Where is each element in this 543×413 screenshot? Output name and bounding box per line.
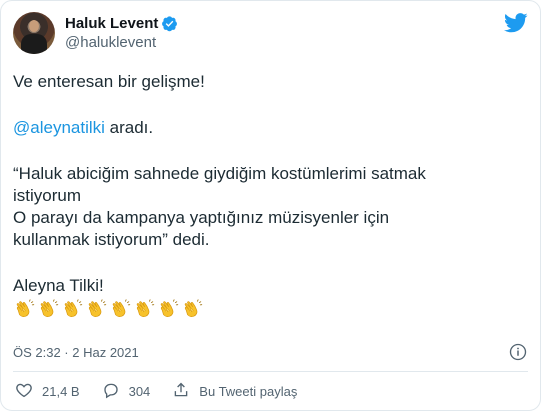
reply-count: 304 xyxy=(128,384,151,399)
clapping-hands-icon xyxy=(157,298,180,320)
tweet-card: Haluk Levent @haluklevent Ve enteresan b… xyxy=(0,0,541,411)
clapping-hands-icon xyxy=(13,298,36,320)
tweet-header: Haluk Levent @haluklevent xyxy=(13,12,178,54)
avatar[interactable] xyxy=(13,12,55,54)
like-button[interactable]: 21,4 B xyxy=(15,381,80,402)
clapping-hands-icon xyxy=(85,298,108,320)
share-button[interactable]: Bu Tweeti paylaş xyxy=(172,381,297,402)
tweet-line-quote-4: kullanmak istiyorum” dedi. xyxy=(13,230,210,249)
tweet-line-mention: @aleynatilki aradı. xyxy=(13,117,518,139)
clapping-hands-icon xyxy=(109,298,132,320)
display-name[interactable]: Haluk Levent xyxy=(65,14,158,33)
clapping-hands-icon xyxy=(181,298,204,320)
tweet-line-closing: Aleyna Tilki! xyxy=(13,276,104,295)
twitter-bird-icon[interactable] xyxy=(503,13,528,33)
clap-emoji-row xyxy=(13,298,518,320)
tweet-actions: 21,4 B 304 Bu Tweeti paylaş xyxy=(15,381,319,402)
clapping-hands-icon xyxy=(61,298,84,320)
reply-button[interactable]: 304 xyxy=(102,381,151,402)
tweet-line-quote-1: “Haluk abiciğim sahnede giydiğim kostüml… xyxy=(13,164,426,183)
handle[interactable]: @haluklevent xyxy=(65,33,178,52)
author-names: Haluk Levent @haluklevent xyxy=(65,14,178,52)
share-icon xyxy=(172,381,199,402)
tweet-line-quote-2: istiyorum xyxy=(13,186,82,205)
reply-icon xyxy=(102,381,129,402)
mention-link[interactable]: @aleynatilki xyxy=(13,118,105,137)
info-icon[interactable] xyxy=(509,343,527,361)
share-label: Bu Tweeti paylaş xyxy=(199,384,298,399)
heart-icon xyxy=(15,381,42,402)
tweet-timestamp[interactable]: ÖS 2:32 · 2 Haz 2021 xyxy=(13,345,139,360)
clapping-hands-icon xyxy=(133,298,156,320)
divider xyxy=(13,371,528,372)
tweet-line-intro: Ve enteresan bir gelişme! xyxy=(13,72,205,91)
tweet-text: Ve enteresan bir gelişme! @aleynatilki a… xyxy=(13,71,518,320)
mention-suffix: aradı. xyxy=(104,118,154,137)
tweet-line-quote-3: O parayı da kampanya yaptığınız müzisyen… xyxy=(13,208,390,227)
display-name-row: Haluk Levent xyxy=(65,14,178,33)
clapping-hands-icon xyxy=(37,298,60,320)
like-count: 21,4 B xyxy=(42,384,80,399)
verified-badge-icon xyxy=(161,15,178,32)
